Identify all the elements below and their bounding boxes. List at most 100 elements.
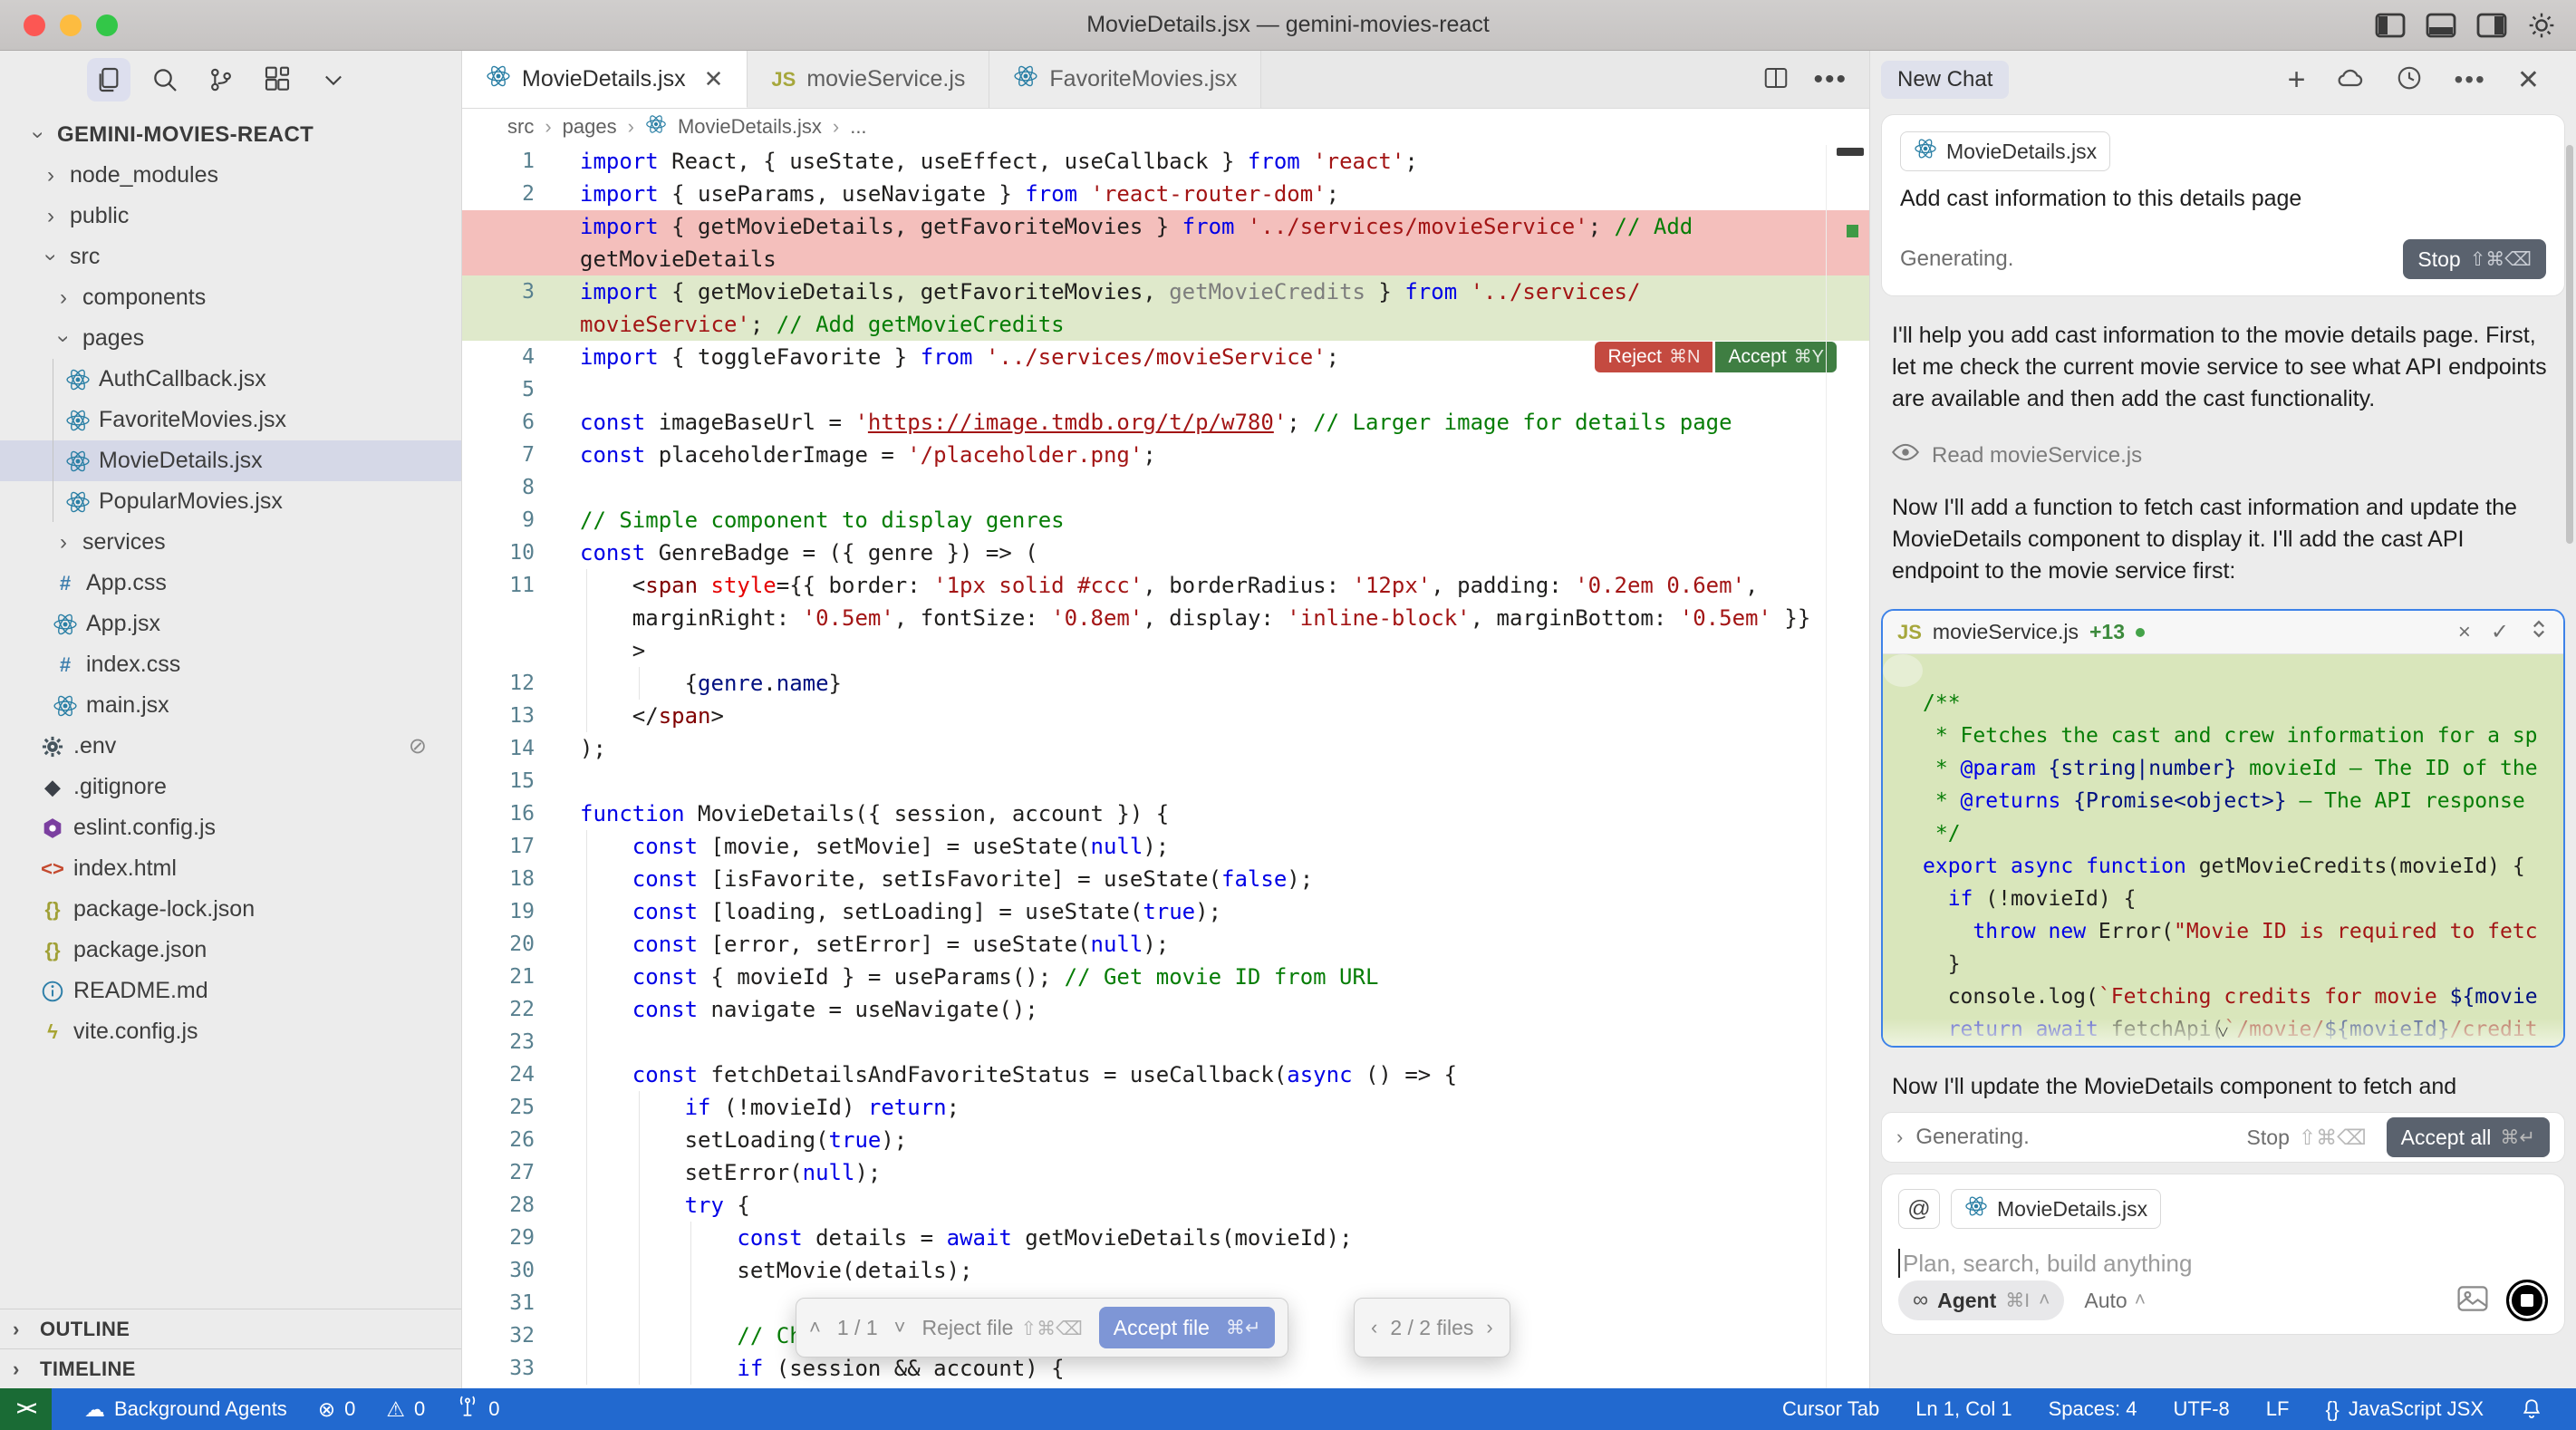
remote-indicator[interactable]: >< <box>0 1388 52 1430</box>
agent-mode-selector[interactable]: ∞ Agent ⌘I ˄ <box>1898 1280 2064 1320</box>
code-line[interactable]: marginRight: '0.5em', fontSize: '0.8em',… <box>462 602 1869 634</box>
code-line[interactable]: 21 const { movieId } = useParams(); // G… <box>462 961 1869 993</box>
breadcrumb-src[interactable]: src <box>507 115 534 139</box>
tree-item-GEMINI-MOVIES-REACT[interactable]: ›GEMINI-MOVIES-REACT <box>0 114 461 155</box>
code-line[interactable]: 15 <box>462 765 1869 797</box>
reject-file-button[interactable]: Reject file⇧⌘⌫ <box>921 1316 1082 1340</box>
next-file-icon[interactable]: › <box>1486 1316 1492 1339</box>
tree-item-PopularMovies.jsx[interactable]: PopularMovies.jsx <box>0 481 461 522</box>
accept-change-button[interactable]: Accept⌘Y <box>1715 342 1837 372</box>
accept-file-button[interactable]: Accept file⌘↵ <box>1099 1307 1276 1348</box>
tree-item-package-lock.json[interactable]: {}package-lock.json <box>0 889 461 930</box>
code-line[interactable]: 19 const [loading, setLoading] = useStat… <box>462 895 1869 928</box>
tree-item-eslint.config.js[interactable]: eslint.config.js <box>0 807 461 848</box>
code-line[interactable]: 5 <box>462 373 1869 406</box>
tree-item-index.css[interactable]: #index.css <box>0 644 461 685</box>
code-line[interactable]: import { getMovieDetails, getFavoriteMov… <box>462 210 1869 243</box>
sidebar-panel-outline[interactable]: ›OUTLINE <box>0 1309 461 1348</box>
status-ln-1-col-1[interactable]: Ln 1, Col 1 <box>1915 1397 2012 1421</box>
chat-more-actions-icon[interactable]: ••• <box>2454 65 2485 94</box>
history-icon[interactable] <box>2396 64 2423 96</box>
model-selector[interactable]: Auto ˄ <box>2084 1289 2146 1313</box>
breadcrumb-pages[interactable]: pages <box>563 115 617 139</box>
tree-item-package.json[interactable]: {}package.json <box>0 930 461 971</box>
code-line[interactable]: 20 const [error, setError] = useState(nu… <box>462 928 1869 961</box>
code-line[interactable]: > <box>462 634 1869 667</box>
breadcrumb[interactable]: src › pages › MovieDetails.jsx › ... <box>462 109 1869 145</box>
status-utf-8[interactable]: UTF-8 <box>2173 1397 2229 1421</box>
split-editor-icon[interactable] <box>1762 64 1790 96</box>
code-line[interactable]: 17 const [movie, setMovie] = useState(nu… <box>462 830 1869 863</box>
code-editor[interactable]: 1import React, { useState, useEffect, us… <box>462 145 1869 1388</box>
tree-item-AuthCallback.jsx[interactable]: AuthCallback.jsx <box>0 359 461 400</box>
tree-item-App.css[interactable]: #App.css <box>0 563 461 604</box>
accept-block-icon[interactable]: ✓ <box>2491 619 2509 645</box>
status-lf[interactable]: LF <box>2266 1397 2290 1421</box>
tree-item-FavoriteMovies.jsx[interactable]: FavoriteMovies.jsx <box>0 400 461 440</box>
expand-code-chevron-icon[interactable]: ˅ <box>2217 1020 2228 1044</box>
status-spaces-4[interactable]: Spaces: 4 <box>2049 1397 2137 1421</box>
expand-block-icon[interactable] <box>2529 617 2549 647</box>
expand-generating-icon[interactable]: › <box>1896 1126 1903 1149</box>
tree-item-pages[interactable]: ›pages <box>0 318 461 359</box>
tree-item-index.html[interactable]: <>index.html <box>0 848 461 889</box>
tool-call-row[interactable]: Read movieService.js <box>1892 442 2554 469</box>
attach-image-icon[interactable] <box>2457 1286 2488 1316</box>
prev-diff-icon[interactable]: ˄ <box>809 1316 821 1339</box>
toggle-left-sidebar-icon[interactable] <box>2375 13 2406 38</box>
status-cursor-tab[interactable]: Cursor Tab <box>1782 1397 1879 1421</box>
code-line[interactable]: 11 <span style={{ border: '1px solid #cc… <box>462 569 1869 602</box>
tree-item-public[interactable]: ›public <box>0 196 461 237</box>
code-line[interactable]: 16function MovieDetails({ session, accou… <box>462 797 1869 830</box>
tree-item-services[interactable]: ›services <box>0 522 461 563</box>
code-line[interactable]: 8 <box>462 471 1869 504</box>
tree-item-README.md[interactable]: README.md <box>0 971 461 1011</box>
tab-FavoriteMovies.jsx[interactable]: FavoriteMovies.jsx <box>989 51 1261 108</box>
next-diff-icon[interactable]: ˅ <box>894 1316 906 1339</box>
tree-item-components[interactable]: ›components <box>0 277 461 318</box>
code-line[interactable]: 10const GenreBadge = ({ genre }) => ( <box>462 536 1869 569</box>
code-line[interactable]: 25 if (!movieId) return; <box>462 1091 1869 1124</box>
status-0[interactable]: 0 <box>456 1395 499 1424</box>
code-block-content[interactable]: /** * Fetches the cast and crew informat… <box>1883 654 2563 1046</box>
chat-tab-new-chat[interactable]: New Chat <box>1881 61 2009 99</box>
stop-button[interactable]: Stop⇧⌘⌫ <box>2247 1126 2367 1150</box>
status-javascript-jsx[interactable]: {}JavaScript JSX <box>2325 1397 2484 1422</box>
chat-input-field[interactable]: Plan, search, build anything <box>1898 1249 2548 1278</box>
tree-item-.env[interactable]: .env⊘ <box>0 726 461 767</box>
code-line[interactable]: 2import { useParams, useNavigate } from … <box>462 178 1869 210</box>
tree-item-vite.config.js[interactable]: ϟvite.config.js <box>0 1011 461 1052</box>
code-line[interactable]: 7const placeholderImage = '/placeholder.… <box>462 439 1869 471</box>
code-line[interactable]: 13 </span> <box>462 700 1869 732</box>
breadcrumb-ellipsis[interactable]: ... <box>850 115 866 139</box>
status-background-agents[interactable]: ☁Background Agents <box>84 1397 287 1422</box>
code-line[interactable]: 3import { getMovieDetails, getFavoriteMo… <box>462 275 1869 308</box>
tab-MovieDetails.jsx[interactable]: MovieDetails.jsx✕ <box>462 51 748 108</box>
code-line[interactable]: 14); <box>462 732 1869 765</box>
accept-all-button[interactable]: Accept all⌘↵ <box>2387 1117 2550 1157</box>
code-line[interactable]: 26 setLoading(true); <box>462 1124 1869 1156</box>
code-line[interactable]: movieService'; // Add getMovieCredits <box>462 308 1869 341</box>
code-line[interactable]: 18 const [isFavorite, setIsFavorite] = u… <box>462 863 1869 895</box>
code-line[interactable]: 4import { toggleFavorite } from '../serv… <box>462 341 1869 373</box>
code-line[interactable]: 27 setError(null); <box>462 1156 1869 1189</box>
status-0[interactable]: ⊗0 <box>318 1397 356 1422</box>
notifications-bell-icon[interactable] <box>2520 1397 2543 1421</box>
code-line[interactable]: 1import React, { useState, useEffect, us… <box>462 145 1869 178</box>
prev-file-icon[interactable]: ‹ <box>1371 1316 1377 1339</box>
tree-item-.gitignore[interactable]: ◆.gitignore <box>0 767 461 807</box>
toggle-right-sidebar-icon[interactable] <box>2476 13 2507 38</box>
editor-scrollbar-thumb[interactable] <box>1837 148 1864 156</box>
tree-item-MovieDetails.jsx[interactable]: MovieDetails.jsx <box>0 440 461 481</box>
code-line[interactable]: 23 <box>462 1026 1869 1058</box>
code-line[interactable]: getMovieDetails <box>462 243 1869 275</box>
breadcrumb-file[interactable]: MovieDetails.jsx <box>678 115 822 139</box>
code-line[interactable]: 12 {genre.name} <box>462 667 1869 700</box>
tab-movieService.js[interactable]: JSmovieService.js <box>748 51 989 108</box>
tree-item-node_modules[interactable]: ›node_modules <box>0 155 461 196</box>
code-line[interactable]: 24 const fetchDetailsAndFavoriteStatus =… <box>462 1058 1869 1091</box>
code-line[interactable]: 30 setMovie(details); <box>462 1254 1869 1287</box>
toggle-bottom-panel-icon[interactable] <box>2426 13 2456 38</box>
tree-item-src[interactable]: ›src <box>0 237 461 277</box>
context-file-chip[interactable]: MovieDetails.jsx <box>1951 1189 2161 1229</box>
